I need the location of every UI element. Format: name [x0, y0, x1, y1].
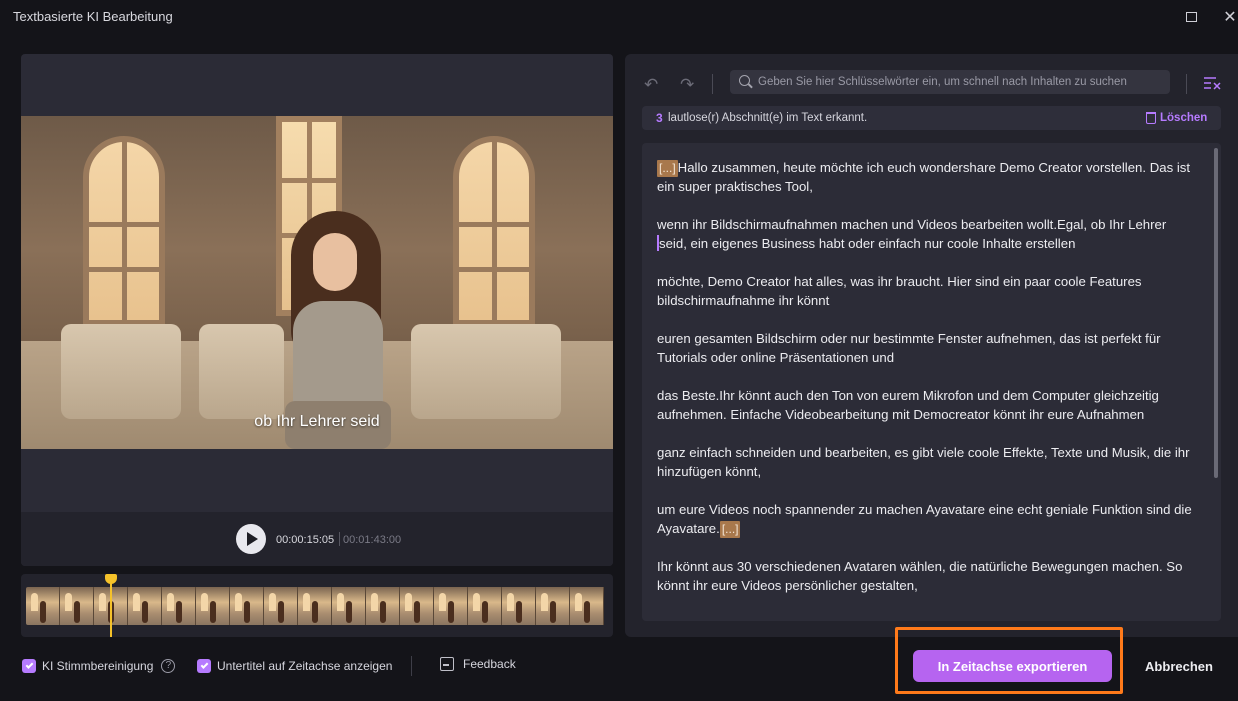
- filmstrip[interactable]: [26, 587, 606, 625]
- transcript-panel: ↶ ↷ 3 lautlose(r) Abschnitt(e) im Text e…: [625, 54, 1238, 637]
- transcript-text-area[interactable]: [...] Hallo zusammen, heute möchte ich eu…: [642, 143, 1221, 621]
- filmstrip-thumb: [434, 587, 468, 625]
- window-title: Textbasierte KI Bearbeitung: [13, 9, 173, 24]
- filmstrip-thumb: [400, 587, 434, 625]
- feedback-button[interactable]: Feedback: [440, 657, 516, 671]
- feedback-icon: [440, 657, 454, 671]
- voice-cleanup-checkbox[interactable]: [22, 659, 36, 673]
- video-preview-panel: ob Ihr Lehrer seid 00:00:15:05 00:01:43:…: [21, 54, 613, 566]
- filmstrip-thumb: [230, 587, 264, 625]
- redo-icon[interactable]: ↷: [680, 75, 698, 94]
- paragraph-text: wenn ihr Bildschirmaufnahmen machen und …: [657, 217, 1167, 232]
- transcript-paragraph[interactable]: wenn ihr Bildschirmaufnahmen machen und …: [657, 215, 1207, 253]
- silence-notice: 3 lautlose(r) Abschnitt(e) im Text erkan…: [642, 106, 1221, 130]
- toolbar-divider: [1186, 74, 1187, 94]
- cushion: [61, 324, 181, 419]
- cushion: [411, 324, 561, 419]
- video-frame[interactable]: ob Ihr Lehrer seid: [21, 116, 613, 449]
- maximize-button[interactable]: [1180, 6, 1202, 28]
- play-icon: [247, 532, 258, 546]
- filmstrip-thumb: [162, 587, 196, 625]
- filmstrip-thumb: [502, 587, 536, 625]
- export-to-timeline-button[interactable]: In Zeitachse exportieren: [913, 650, 1112, 682]
- playhead-handle[interactable]: [105, 574, 117, 584]
- subtitles-toggle[interactable]: Untertitel auf Zeitachse anzeigen: [197, 659, 392, 673]
- filmstrip-thumb: [332, 587, 366, 625]
- title-bar: Textbasierte KI Bearbeitung ✕: [0, 0, 1238, 34]
- transcript-paragraph[interactable]: euren gesamten Bildschirm oder nur besti…: [657, 329, 1207, 367]
- current-time: 00:00:15:05: [276, 534, 335, 546]
- toolbar-divider: [712, 74, 713, 94]
- check-icon: [25, 661, 33, 669]
- transcript-paragraph[interactable]: [...] Hallo zusammen, heute möchte ich eu…: [657, 158, 1207, 196]
- time-separator: [339, 532, 340, 546]
- transcript-paragraph[interactable]: um eure Videos noch spannender zu machen…: [657, 500, 1207, 538]
- subtitles-checkbox[interactable]: [197, 659, 211, 673]
- subtitles-label: Untertitel auf Zeitachse anzeigen: [217, 659, 393, 673]
- filmstrip-thumb: [468, 587, 502, 625]
- transcript-paragraph[interactable]: das Beste.Ihr könnt auch den Ton von eur…: [657, 386, 1207, 424]
- filmstrip-thumb: [536, 587, 570, 625]
- close-button[interactable]: ✕: [1219, 6, 1238, 28]
- voice-cleanup-toggle[interactable]: KI Stimmbereinigung ?: [22, 659, 176, 673]
- scrollbar[interactable]: [1214, 148, 1218, 478]
- trash-icon: [1146, 112, 1156, 124]
- cancel-button[interactable]: Abbrechen: [1124, 650, 1234, 682]
- search-input[interactable]: [758, 74, 1163, 90]
- paragraph-text: seid, ein eigenes Business habt oder ein…: [659, 236, 1076, 251]
- cushion: [199, 324, 284, 419]
- filmstrip-thumb: [60, 587, 94, 625]
- silence-notice-text: lautlose(r) Abschnitt(e) im Text erkannt…: [668, 112, 868, 124]
- play-button[interactable]: [236, 524, 266, 554]
- undo-icon[interactable]: ↶: [644, 75, 662, 94]
- maximize-icon: [1185, 12, 1197, 22]
- transcript-paragraph[interactable]: ganz einfach schneiden und bearbeiten, e…: [657, 443, 1207, 481]
- background-window: [83, 136, 165, 326]
- footer-divider: [411, 656, 412, 676]
- filmstrip-thumb: [264, 587, 298, 625]
- delete-label: Löschen: [1160, 112, 1208, 124]
- video-subtitle: ob Ihr Lehrer seid: [254, 413, 380, 430]
- filmstrip-thumb: [570, 587, 604, 625]
- silence-count: 3: [656, 111, 663, 125]
- filmstrip-thumb: [128, 587, 162, 625]
- player-controls: 00:00:15:05 00:01:43:00: [21, 512, 613, 566]
- help-icon[interactable]: ?: [161, 659, 176, 673]
- total-time: 00:01:43:00: [343, 534, 402, 546]
- silence-marker[interactable]: [...]: [657, 160, 678, 177]
- filmstrip-thumb: [366, 587, 400, 625]
- transcript-paragraph[interactable]: Ihr könnt aus 30 verschiedenen Avataren …: [657, 557, 1207, 595]
- check-icon: [200, 661, 208, 669]
- search-icon: [739, 75, 750, 86]
- transcript-paragraph[interactable]: möchte, Demo Creator hat alles, was ihr …: [657, 272, 1207, 310]
- timeline[interactable]: [21, 574, 613, 637]
- background-window: [453, 136, 535, 326]
- filmstrip-thumb: [196, 587, 230, 625]
- clear-format-icon[interactable]: [1202, 74, 1222, 92]
- delete-silences-button[interactable]: Löschen: [1146, 110, 1207, 126]
- search-box[interactable]: [730, 70, 1170, 94]
- filmstrip-thumb: [298, 587, 332, 625]
- voice-cleanup-label: KI Stimmbereinigung: [42, 659, 154, 673]
- silence-marker[interactable]: [...]: [719, 521, 741, 538]
- feedback-label: Feedback: [463, 657, 516, 671]
- paragraph-text: Hallo zusammen, heute möchte ich euch wo…: [657, 160, 1191, 194]
- close-icon: ✕: [1223, 9, 1237, 26]
- filmstrip-thumb: [26, 587, 60, 625]
